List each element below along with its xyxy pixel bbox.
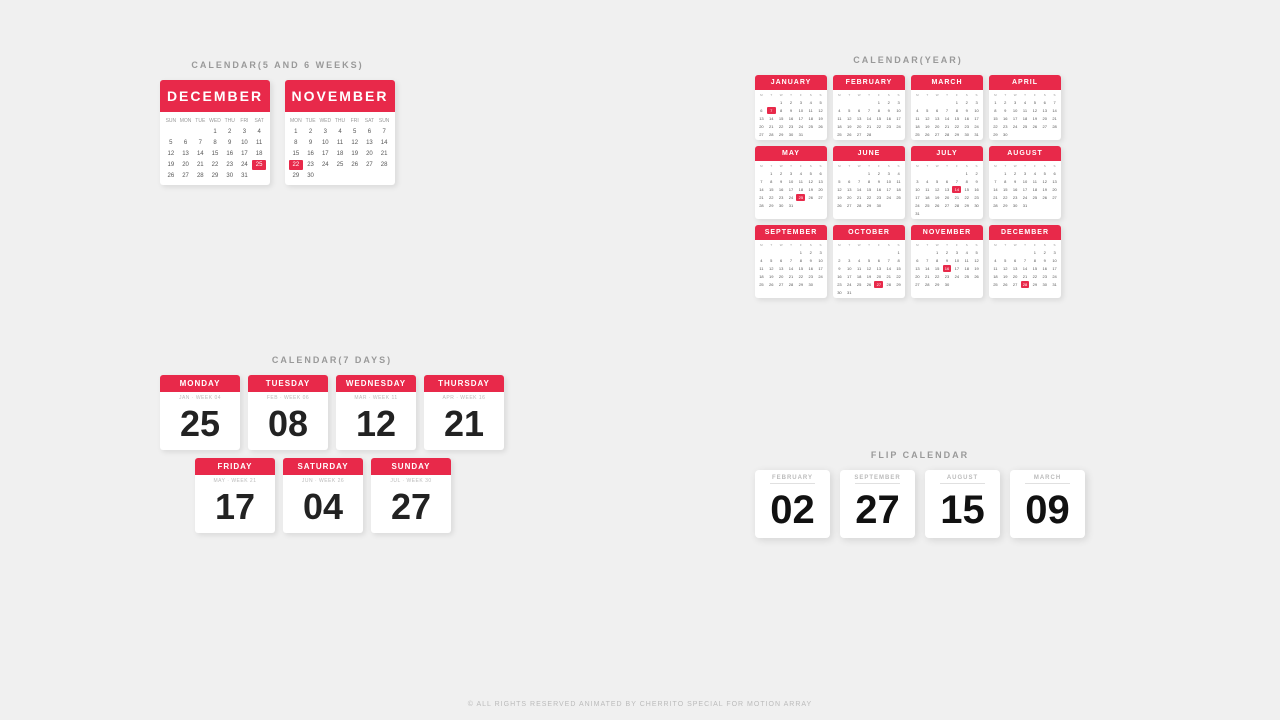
year-cal-february: FEBRUARY MTWTFSS 123 45678910 1112131415… (833, 75, 905, 140)
day-header: MON (179, 116, 193, 126)
flip-divider (770, 483, 815, 484)
year-cal-april: APRIL MTWTFSS 1234567 891011121314 15161… (989, 75, 1061, 140)
day-card-thursday: THURSDAY APR · WEEK 16 21 (424, 375, 504, 450)
flip-divider (1025, 483, 1070, 484)
section-year: CALENDAR(YEAR) JANUARY MTWTFSS 12345 678… (755, 55, 1061, 298)
year-cal-january: JANUARY MTWTFSS 12345 6789101112 1314151… (755, 75, 827, 140)
december-header: DECEMBER (160, 80, 270, 112)
november-header: NOVEMBER (285, 80, 395, 112)
flip-september-number: 27 (840, 486, 915, 538)
day-card-sunday: SUNDAY JUL · WEEK 30 27 (371, 458, 451, 533)
day-header: SUN (164, 116, 178, 126)
day-card-tuesday: TUESDAY FEB · WEEK 06 08 (248, 375, 328, 450)
flip-card-september: SEPTEMBER 27 (840, 470, 915, 538)
sunday-number: 27 (371, 485, 451, 533)
five-six-label: CALENDAR(5 AND 6 WEEKS) (160, 60, 395, 70)
calendar-december: DECEMBER SUN MON TUE WED THU FRI SAT 1 2… (160, 80, 270, 185)
year-cal-march: MARCH MTWTFSS 123 45678910 1112131415161… (911, 75, 983, 140)
saturday-number: 04 (283, 485, 363, 533)
flip-february-month: FEBRUARY (755, 470, 830, 483)
section-five-six-weeks: CALENDAR(5 AND 6 WEEKS) DECEMBER SUN MON… (160, 60, 395, 185)
day-card-friday: FRIDAY MAY · WEEK 21 17 (195, 458, 275, 533)
flip-row: FEBRUARY 02 SEPTEMBER 27 AUGUST 15 MARCH… (755, 470, 1085, 538)
flip-february-number: 02 (755, 486, 830, 538)
flip-divider (940, 483, 985, 484)
sunday-label: SUNDAY (371, 458, 451, 475)
flip-march-number: 09 (1010, 486, 1085, 538)
wednesday-number: 12 (336, 402, 416, 450)
seven-days-label: CALENDAR(7 DAYS) (160, 355, 504, 365)
year-grid: JANUARY MTWTFSS 12345 6789101112 1314151… (755, 75, 1061, 298)
section-flip: FLIP CALENDAR FEBRUARY 02 SEPTEMBER 27 A… (755, 450, 1085, 538)
wednesday-meta: MAR · WEEK 11 (336, 392, 416, 402)
footer: © ALL RIGHTS RESERVED ANIMATED BY CHERRI… (0, 701, 1280, 708)
day-header: FRI (238, 116, 252, 126)
friday-number: 17 (195, 485, 275, 533)
flip-march-month: MARCH (1010, 470, 1085, 483)
day-header: THU (223, 116, 237, 126)
tuesday-meta: FEB · WEEK 06 (248, 392, 328, 402)
saturday-label: SATURDAY (283, 458, 363, 475)
year-cal-december: DECEMBER MTWTFSS 123 45678910 1112131415… (989, 225, 1061, 298)
year-cal-august: AUGUST MTWTFSS 123456 78910111213 141516… (989, 146, 1061, 219)
flip-september-month: SEPTEMBER (840, 470, 915, 483)
flip-label: FLIP CALENDAR (755, 450, 1085, 460)
days-row-2: FRIDAY MAY · WEEK 21 17 SATURDAY JUN · W… (195, 458, 504, 533)
day-header: TUE (193, 116, 207, 126)
saturday-meta: JUN · WEEK 26 (283, 475, 363, 485)
monday-meta: JAN · WEEK 04 (160, 392, 240, 402)
day-header: WED (208, 116, 222, 126)
thursday-meta: APR · WEEK 16 (424, 392, 504, 402)
flip-card-march: MARCH 09 (1010, 470, 1085, 538)
sunday-meta: JUL · WEEK 30 (371, 475, 451, 485)
day-card-wednesday: WEDNESDAY MAR · WEEK 11 12 (336, 375, 416, 450)
tuesday-label: TUESDAY (248, 375, 328, 392)
monday-label: MONDAY (160, 375, 240, 392)
footer-text: © ALL RIGHTS RESERVED ANIMATED BY CHERRI… (468, 701, 812, 708)
monday-number: 25 (160, 402, 240, 450)
thursday-label: THURSDAY (424, 375, 504, 392)
flip-august-month: AUGUST (925, 470, 1000, 483)
flip-divider (855, 483, 900, 484)
year-cal-may: MAY MTWTFSS 123456 78910111213 141516171… (755, 146, 827, 219)
year-cal-june: JUNE MTWTFSS 1234 567891011 121314151617… (833, 146, 905, 219)
year-cal-september: SEPTEMBER MTWTFSS 123 45678910 111213141… (755, 225, 827, 298)
tuesday-number: 08 (248, 402, 328, 450)
friday-label: FRIDAY (195, 458, 275, 475)
year-cal-november: NOVEMBER MTWTFSS 12345 6789101112 131415… (911, 225, 983, 298)
day-card-saturday: SATURDAY JUN · WEEK 26 04 (283, 458, 363, 533)
day-card-monday: MONDAY JAN · WEEK 04 25 (160, 375, 240, 450)
year-cal-october: OCTOBER MTWTFSS 1 2345678 9101112131415 … (833, 225, 905, 298)
calendar-november: NOVEMBER MON TUE WED THU FRI SAT SUN 1 2… (285, 80, 395, 185)
day-header: SAT (252, 116, 266, 126)
flip-card-february: FEBRUARY 02 (755, 470, 830, 538)
flip-august-number: 15 (925, 486, 1000, 538)
flip-card-august: AUGUST 15 (925, 470, 1000, 538)
friday-meta: MAY · WEEK 21 (195, 475, 275, 485)
year-label: CALENDAR(YEAR) (755, 55, 1061, 65)
thursday-number: 21 (424, 402, 504, 450)
wednesday-label: WEDNESDAY (336, 375, 416, 392)
days-row-1: MONDAY JAN · WEEK 04 25 TUESDAY FEB · WE… (160, 375, 504, 450)
year-cal-july: JULY MTWTFSS 12 3456789 10111213141516 1… (911, 146, 983, 219)
section-seven-days: CALENDAR(7 DAYS) MONDAY JAN · WEEK 04 25… (160, 355, 504, 533)
